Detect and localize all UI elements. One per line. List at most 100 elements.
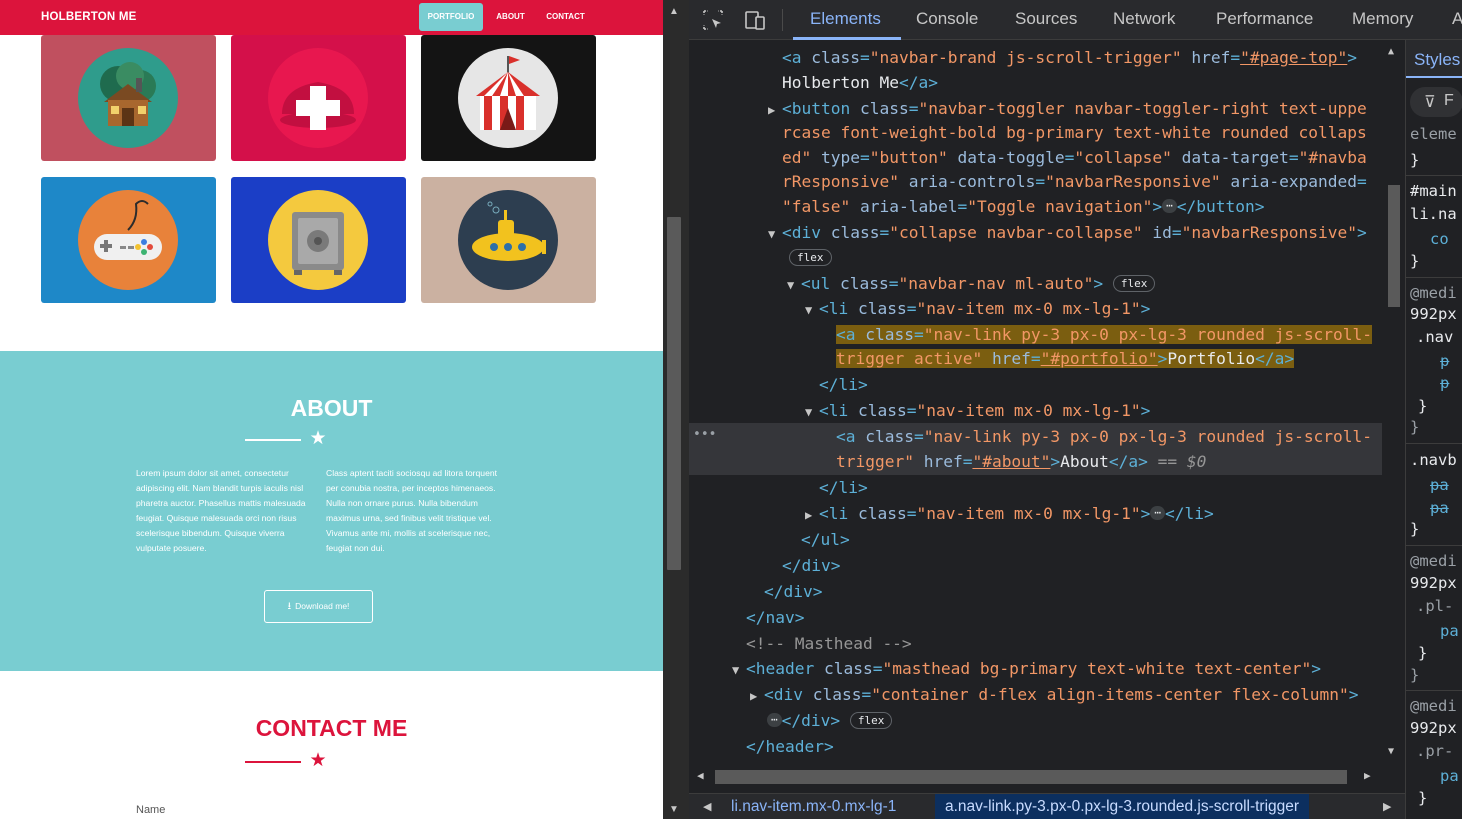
scrollbar-thumb[interactable] xyxy=(1388,185,1400,307)
scroll-down-arrow-icon[interactable]: ▼ xyxy=(1388,746,1394,757)
cake-icon xyxy=(268,48,368,148)
collapse-arrow-icon[interactable]: ▼ xyxy=(732,658,746,683)
scrollbar-thumb[interactable] xyxy=(667,217,681,570)
style-rule-text: @medi xyxy=(1410,552,1457,570)
dom-line[interactable]: </nav> xyxy=(689,605,1382,630)
portfolio-item-cake[interactable] xyxy=(231,35,406,161)
nav-link-contact[interactable]: CONTACT xyxy=(538,3,593,31)
dom-line-search-highlight[interactable]: <a class="nav-link py-3 px-0 px-lg-3 rou… xyxy=(689,322,1382,347)
breadcrumb-item[interactable]: li.nav-item.mx-0.mx-lg-1 xyxy=(731,794,896,819)
collapse-arrow-icon[interactable]: ▼ xyxy=(805,298,819,323)
dom-line[interactable]: </li> xyxy=(689,372,1382,397)
style-rule-text: pa xyxy=(1430,499,1449,517)
style-rule-text: #main xyxy=(1410,182,1457,200)
dom-line[interactable]: ed" type="button" data-toggle="collapse"… xyxy=(689,145,1382,170)
style-rule-text: .pl- xyxy=(1416,597,1454,615)
download-button[interactable]: ⭳ Download me! xyxy=(264,590,373,623)
about-divider: ★ xyxy=(245,428,392,451)
style-rule-text: } xyxy=(1410,252,1420,270)
dom-line[interactable]: <!-- Masthead --> xyxy=(689,631,1382,656)
tab-sources[interactable]: Sources xyxy=(1015,9,1077,29)
dom-line[interactable]: ▶ <button class="navbar-toggler navbar-to… xyxy=(689,96,1382,121)
dom-line[interactable]: ▼ <ul class="navbar-nav ml-auto"> flex xyxy=(689,271,1382,296)
style-rule-text: eleme xyxy=(1410,125,1457,143)
scroll-right-arrow-icon[interactable]: ▶ xyxy=(1364,769,1371,782)
dom-line[interactable]: ▼ <li class="nav-item mx-0 mx-lg-1"> xyxy=(689,398,1382,423)
flex-badge[interactable]: flex xyxy=(849,711,893,729)
scroll-down-arrow-icon[interactable]: ▼ xyxy=(669,804,679,815)
flex-badge[interactable]: flex xyxy=(1112,274,1156,292)
tab-network[interactable]: Network xyxy=(1113,9,1175,29)
dom-line-selected[interactable]: trigger" href="#about">About</a> == $0 xyxy=(689,449,1382,474)
breadcrumb-left-arrow-icon[interactable]: ◀ xyxy=(703,794,711,819)
dom-vertical-scrollbar[interactable]: ▲ ▼ xyxy=(1382,40,1405,765)
style-rule-text: 992px xyxy=(1410,719,1457,737)
tab-styles[interactable]: Styles xyxy=(1406,40,1462,78)
dom-line[interactable]: ⋯ </div> flex xyxy=(689,708,1382,733)
nav-link-portfolio[interactable]: PORTFOLIO xyxy=(419,3,483,31)
tab-performance[interactable]: Performance xyxy=(1216,9,1313,29)
collapse-arrow-icon[interactable]: ▼ xyxy=(805,400,819,425)
styles-pane: Styles ⊽ F eleme } #main li.na co } @medi… xyxy=(1405,40,1462,819)
tab-elements[interactable]: Elements xyxy=(810,9,881,29)
scroll-up-arrow-icon[interactable]: ▲ xyxy=(1388,46,1394,57)
submarine-icon xyxy=(458,190,558,290)
download-icon: ⭳ xyxy=(287,601,292,612)
flex-badge[interactable]: flex xyxy=(789,248,832,266)
dom-line[interactable]: ▶ <li class="nav-item mx-0 mx-lg-1"> ⋯ </li… xyxy=(689,501,1382,526)
style-rule-text: pa xyxy=(1440,767,1459,785)
navbar-brand[interactable]: HOLBERTON ME xyxy=(41,11,136,23)
dom-line-selected[interactable]: <a class="nav-link py-3 px-0 px-lg-3 rou… xyxy=(689,424,1382,449)
portfolio-item-circus[interactable] xyxy=(421,35,596,161)
dom-line[interactable]: rResponsive" aria-controls="navbarRespon… xyxy=(689,169,1382,194)
collapsed-content-ellipsis[interactable]: ⋯ xyxy=(1150,506,1165,520)
dom-line[interactable]: "false" aria-label="Toggle navigation"> ⋯… xyxy=(689,194,1382,219)
styles-filter-input[interactable]: ⊽ F xyxy=(1410,87,1462,117)
portfolio-item-game[interactable] xyxy=(41,177,216,303)
style-rule-text: } xyxy=(1418,644,1428,662)
dom-line-search-highlight[interactable]: trigger active" href="#portfolio">Portfo… xyxy=(689,346,1382,371)
portfolio-item-cabin[interactable] xyxy=(41,35,216,161)
dom-line[interactable]: ▼ <header class="masthead bg-primary text… xyxy=(689,656,1382,681)
collapsed-content-ellipsis[interactable]: ⋯ xyxy=(767,713,782,727)
circus-tent-icon xyxy=(458,48,558,148)
breadcrumb-right-arrow-icon[interactable]: ▶ xyxy=(1383,794,1391,819)
scroll-left-arrow-icon[interactable]: ◀ xyxy=(697,769,704,782)
tab-overflow[interactable]: A xyxy=(1452,9,1462,29)
safe-icon xyxy=(268,190,368,290)
dom-line[interactable]: ▼ <li class="nav-item mx-0 mx-lg-1"> xyxy=(689,296,1382,321)
collapsed-content-ellipsis[interactable]: ⋯ xyxy=(1162,199,1177,213)
dom-line[interactable]: <a class="navbar-brand js-scroll-trigger… xyxy=(689,45,1382,70)
style-rule-text: .navb xyxy=(1410,451,1457,469)
contact-title: CONTACT ME xyxy=(255,715,408,741)
dom-line[interactable]: rcase font-weight-bold bg-primary text-w… xyxy=(689,120,1382,145)
dom-line[interactable]: </div> xyxy=(689,553,1382,578)
dom-tree: ••• <a class="navbar-brand js-scroll-tri… xyxy=(689,40,1382,765)
collapse-arrow-icon[interactable]: ▼ xyxy=(768,222,782,247)
scroll-up-arrow-icon[interactable]: ▲ xyxy=(669,6,679,17)
breadcrumb-item-active[interactable]: a.nav-link.py-3.px-0.px-lg-3.rounded.js-… xyxy=(935,794,1310,819)
device-toolbar-icon[interactable] xyxy=(743,8,767,32)
style-rule-text: } xyxy=(1418,397,1428,415)
dom-line[interactable]: ▶ <div class="container d-flex align-item… xyxy=(689,682,1382,707)
nav-link-about[interactable]: ABOUT xyxy=(489,3,532,31)
cabin-icon xyxy=(78,48,178,148)
dom-line[interactable]: </ul> xyxy=(689,527,1382,552)
style-rule-text: .nav xyxy=(1416,328,1454,346)
tab-console[interactable]: Console xyxy=(916,9,978,29)
scrollbar-thumb[interactable] xyxy=(715,770,1347,784)
dom-line[interactable]: Holberton Me</a> xyxy=(689,70,1382,95)
tab-memory[interactable]: Memory xyxy=(1352,9,1413,29)
inspect-element-icon[interactable] xyxy=(701,8,725,32)
expand-arrow-icon[interactable]: ▶ xyxy=(750,684,764,709)
page-scrollbar[interactable]: ▲ ▼ xyxy=(663,0,689,819)
dom-line[interactable]: ▼ <div class="collapse navbar-collapse" i… xyxy=(689,220,1382,245)
expand-arrow-icon[interactable]: ▶ xyxy=(805,503,819,528)
collapse-arrow-icon[interactable]: ▼ xyxy=(787,273,801,298)
dom-line[interactable]: </li> xyxy=(689,475,1382,500)
portfolio-item-submarine[interactable] xyxy=(421,177,596,303)
dom-horizontal-scrollbar[interactable]: ◀ ▶ xyxy=(689,765,1382,790)
portfolio-item-safe[interactable] xyxy=(231,177,406,303)
dom-line[interactable]: </div> xyxy=(689,579,1382,604)
dom-line[interactable]: </header> xyxy=(689,734,1382,759)
